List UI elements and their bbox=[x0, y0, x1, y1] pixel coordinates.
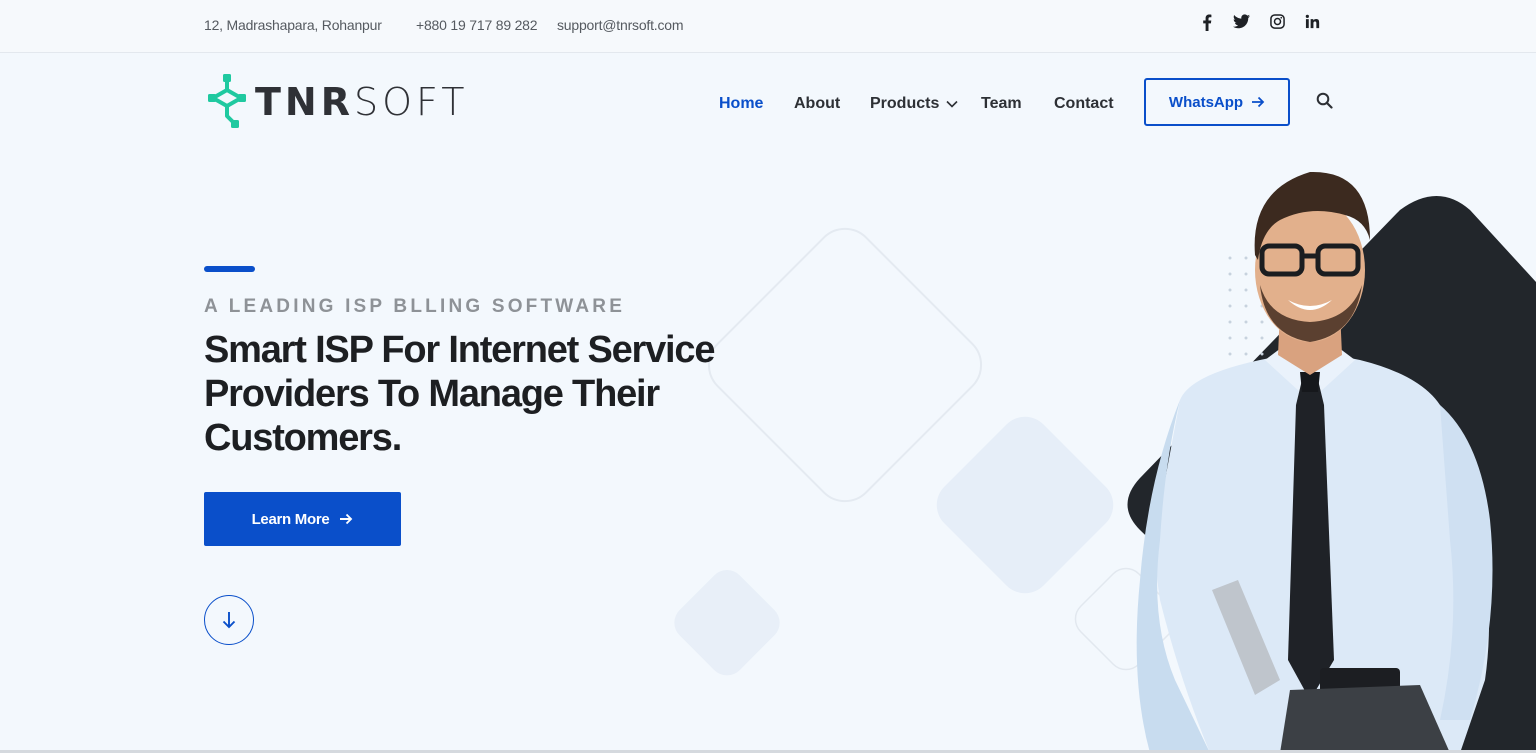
linkedin-icon[interactable] bbox=[1305, 14, 1320, 29]
arrow-down-icon bbox=[222, 612, 236, 629]
nav-contact[interactable]: Contact bbox=[1054, 95, 1114, 113]
nav-about[interactable]: About bbox=[794, 95, 840, 113]
twitter-icon[interactable] bbox=[1233, 14, 1250, 29]
nav-home[interactable]: Home bbox=[719, 95, 763, 113]
arrow-right-icon bbox=[340, 513, 353, 525]
top-info-bar: 12, Madrashapara, Rohanpur +880 19 717 8… bbox=[0, 0, 1536, 53]
logo-mark-icon bbox=[208, 74, 246, 128]
whatsapp-label: WhatsApp bbox=[1168, 93, 1244, 111]
nav-team[interactable]: Team bbox=[981, 95, 1022, 113]
instagram-icon[interactable] bbox=[1270, 14, 1285, 29]
chevron-down-icon bbox=[946, 100, 958, 108]
accent-line bbox=[204, 266, 255, 272]
facebook-icon[interactable] bbox=[1202, 14, 1212, 31]
phone-text[interactable]: +880 19 717 89 282 bbox=[416, 17, 538, 33]
email-link[interactable]: support@tnrsoft.com bbox=[557, 17, 684, 33]
search-icon[interactable] bbox=[1316, 92, 1333, 114]
arrow-right-icon bbox=[1252, 96, 1265, 108]
hero-person-image bbox=[1136, 171, 1493, 753]
brand-logo[interactable]: TNRSOFT bbox=[205, 74, 468, 130]
whatsapp-button[interactable]: WhatsApp bbox=[1144, 78, 1290, 126]
nav-products[interactable]: Products bbox=[870, 95, 958, 113]
hero-headline: Smart ISP For Internet Service Providers… bbox=[204, 329, 715, 459]
learn-more-button[interactable]: Learn More bbox=[204, 492, 401, 546]
address-text: 12, Madrashapara, Rohanpur bbox=[204, 17, 382, 33]
hero-kicker: A LEADING ISP BLLING SOFTWARE bbox=[204, 296, 626, 317]
scroll-down-button[interactable] bbox=[204, 595, 254, 645]
nav-products-label: Products bbox=[870, 95, 940, 112]
brand-name: TNRSOFT bbox=[255, 80, 469, 124]
learn-more-label: Learn More bbox=[251, 510, 330, 528]
